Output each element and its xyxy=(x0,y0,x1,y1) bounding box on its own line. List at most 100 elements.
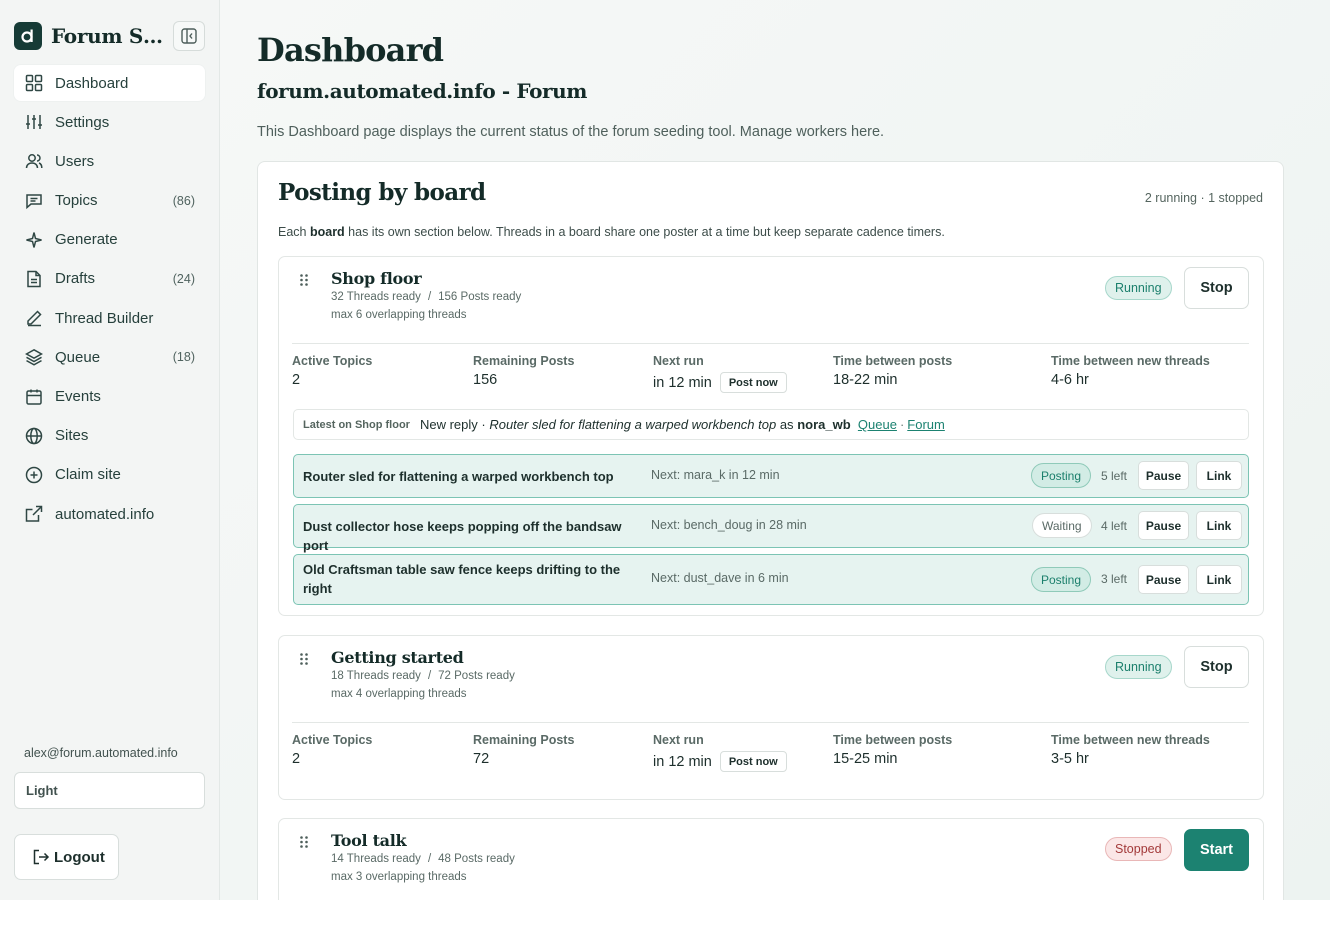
sidebar-item-label: automated.info xyxy=(55,505,155,523)
sidebar-item-label: Settings xyxy=(55,113,110,131)
link-button[interactable]: Link xyxy=(1196,565,1242,594)
sidebar-item-label: Events xyxy=(55,388,101,405)
logout-button[interactable]: Logout xyxy=(14,834,119,880)
posts-ready: 156 Posts ready xyxy=(438,291,522,303)
sidebar-item-topics[interactable]: Topics (86) xyxy=(14,183,205,219)
thread-next: Next: dust_dave in 6 min xyxy=(651,571,789,585)
page-description: This Dashboard page displays the current… xyxy=(257,124,885,140)
pause-button[interactable]: Pause xyxy=(1138,461,1189,490)
stat-label: Remaining Posts xyxy=(473,733,575,747)
meta-separator: / xyxy=(427,670,432,682)
sidebar-item-drafts[interactable]: Drafts (24) xyxy=(14,261,205,297)
main-content: Dashboard forum.automated.info - Forum T… xyxy=(220,0,1330,900)
sidebar-item-claim-site[interactable]: Claim site xyxy=(14,457,205,493)
site-title: forum.automated.info - Forum xyxy=(257,79,588,103)
posts-ready: 48 Posts ready xyxy=(438,853,515,865)
sidebar-item-label: Drafts xyxy=(55,270,96,288)
plus-circle-icon xyxy=(24,465,44,485)
desc-bold: board xyxy=(309,225,345,239)
threads-ready: 18 Threads ready xyxy=(331,670,421,682)
stat-label: Time between new threads xyxy=(1051,733,1210,747)
sidebar-item-users[interactable]: Users xyxy=(14,143,205,179)
stop-button[interactable]: Stop xyxy=(1184,267,1249,309)
stat-remaining-posts: Remaining Posts 156 xyxy=(473,354,574,388)
status-badge: Running xyxy=(1105,655,1172,679)
sidebar-item-queue[interactable]: Queue (18) xyxy=(14,339,205,375)
calendar-icon xyxy=(24,387,44,407)
card-description: Each board has its own section below. Th… xyxy=(278,225,945,239)
thread-status-badge: Posting xyxy=(1031,567,1092,592)
status-badge: Stopped xyxy=(1105,837,1172,861)
sidebar-item-label: Users xyxy=(55,152,95,170)
logout-label: Logout xyxy=(54,848,105,866)
sidebar-item-label: Dashboard xyxy=(55,74,129,92)
drag-handle-icon[interactable] xyxy=(300,836,308,848)
stat-value: 2 xyxy=(292,372,301,388)
stat-label: Next run xyxy=(653,354,704,368)
file-icon xyxy=(24,269,44,289)
board-readiness: 32 Threads ready / 156 Posts ready xyxy=(331,291,521,303)
posts-ready: 72 Posts ready xyxy=(438,670,515,682)
stat-time-between-threads: Time between new threads 4-6 hr xyxy=(1051,354,1210,388)
app-name: Forum Se... xyxy=(51,24,163,48)
stat-active-topics: Active Topics 2 xyxy=(292,733,372,767)
stat-value: 4-6 hr xyxy=(1051,372,1089,388)
drag-handle-icon[interactable] xyxy=(300,653,308,665)
queue-link[interactable]: Queue xyxy=(858,417,897,432)
collapse-sidebar-button[interactable] xyxy=(173,21,205,51)
sidebar-item-sites[interactable]: Sites xyxy=(14,418,205,454)
board-readiness: 18 Threads ready / 72 Posts ready xyxy=(331,670,515,682)
stat-time-between-posts: Time between posts 18-22 min xyxy=(833,354,952,388)
status-badge: Running xyxy=(1105,276,1172,300)
drag-handle-icon[interactable] xyxy=(300,274,308,286)
post-now-button[interactable]: Post now xyxy=(719,751,787,772)
board-name: Tool talk xyxy=(331,831,407,850)
max-overlap: max 6 overlapping threads xyxy=(331,309,467,321)
forum-link[interactable]: Forum xyxy=(907,417,945,432)
theme-select[interactable]: Light xyxy=(14,772,205,809)
sidebar-item-automated-info[interactable]: automated.info xyxy=(14,496,205,532)
users-icon xyxy=(24,151,44,171)
start-button[interactable]: Start xyxy=(1184,829,1249,871)
stat-label: Remaining Posts xyxy=(473,354,575,368)
link-button[interactable]: Link xyxy=(1196,511,1242,540)
post-now-button[interactable]: Post now xyxy=(719,372,787,393)
sidebar-item-settings[interactable]: Settings xyxy=(14,104,205,140)
stat-label: Next run xyxy=(653,733,704,747)
message-square-icon xyxy=(24,191,44,211)
latest-prefix: New reply · xyxy=(419,417,486,432)
posting-by-board-card: Posting by board 2 running · 1 stopped E… xyxy=(257,161,1284,900)
dashboard-grid-icon xyxy=(24,73,44,93)
board-name: Shop floor xyxy=(331,269,422,288)
link-button[interactable]: Link xyxy=(1196,461,1242,490)
threads-ready: 14 Threads ready xyxy=(331,853,421,865)
stat-remaining-posts: Remaining Posts 72 xyxy=(473,733,574,767)
brand[interactable]: Forum Se... xyxy=(14,22,163,50)
sidebar-item-dashboard[interactable]: Dashboard xyxy=(14,65,205,101)
thread-row: Old Craftsman table saw fence keeps drif… xyxy=(293,554,1249,605)
stat-value: in 12 min xyxy=(653,374,712,391)
board-name: Getting started xyxy=(331,648,464,667)
sidebar-item-events[interactable]: Events xyxy=(14,379,205,415)
sidebar-item-label: Claim site xyxy=(55,466,121,484)
sidebar-item-thread-builder[interactable]: Thread Builder xyxy=(14,300,205,336)
board-tool-talk: Tool talk 14 Threads ready / 48 Posts read… xyxy=(278,818,1264,900)
stat-label: Time between posts xyxy=(833,733,953,747)
pause-button[interactable]: Pause xyxy=(1138,511,1189,540)
stop-button[interactable]: Stop xyxy=(1184,646,1249,688)
app-window: Forum Se... Dashboard Settings Users Top… xyxy=(0,0,1330,900)
sidebar-item-count: (18) xyxy=(172,350,195,365)
thread-row: Dust collector hose keeps popping off th… xyxy=(293,504,1249,553)
stat-label: Time between posts xyxy=(833,354,953,368)
sidebar-item-label: Thread Builder xyxy=(55,309,154,327)
board-readiness: 14 Threads ready / 48 Posts ready xyxy=(331,853,515,865)
thread-posts-left: 5 left xyxy=(1101,469,1128,483)
board-getting-started: Getting started 18 Threads ready / 72 Post… xyxy=(278,635,1264,800)
stat-value: 15-25 min xyxy=(833,751,898,767)
pause-button[interactable]: Pause xyxy=(1138,565,1189,594)
sidebar: Forum Se... Dashboard Settings Users Top… xyxy=(0,0,220,900)
sidebar-item-count: (86) xyxy=(172,193,195,208)
latest-dot: · xyxy=(899,417,905,432)
sidebar-item-generate[interactable]: Generate xyxy=(14,222,205,258)
globe-icon xyxy=(24,426,44,446)
